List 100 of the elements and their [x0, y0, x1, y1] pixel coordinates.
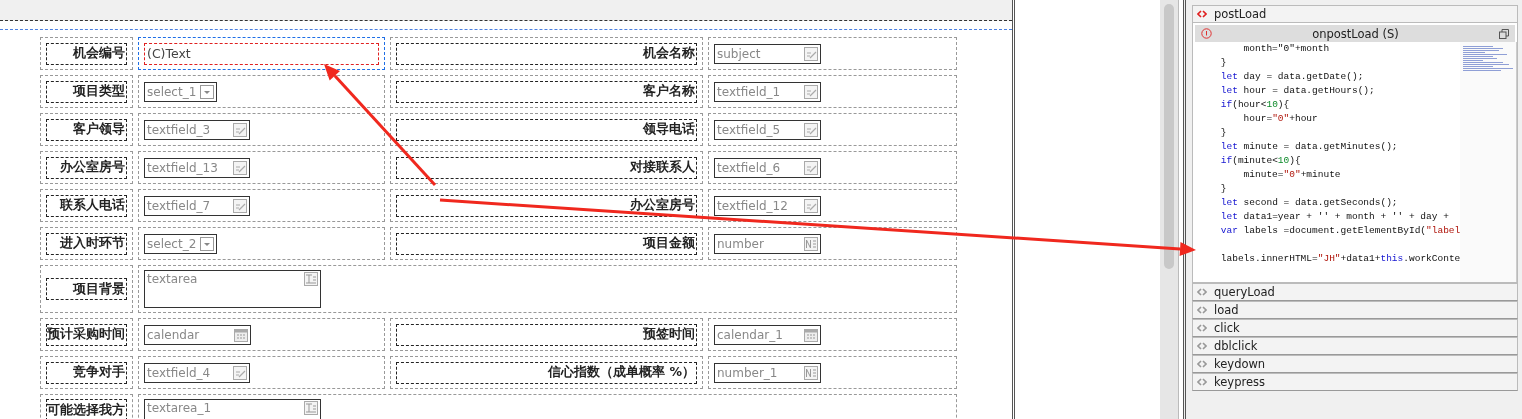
- edit-icon: [804, 46, 818, 61]
- field-label: 客户名称: [396, 80, 697, 103]
- scrollbar[interactable]: [1160, 0, 1179, 419]
- calendar-icon[interactable]: [234, 327, 248, 342]
- textarea-icon: [304, 272, 318, 286]
- code-line: var labels =document.getElementById("label: [1219, 224, 1460, 238]
- code-line: let minute = data.getMinutes();: [1219, 140, 1399, 154]
- field-label: 机会名称: [396, 42, 697, 65]
- scroll-thumb[interactable]: [1164, 4, 1174, 269]
- event-item[interactable]: load: [1192, 301, 1518, 319]
- code-line: }: [1219, 126, 1228, 140]
- event-item[interactable]: postLoad: [1192, 5, 1518, 23]
- form-cell[interactable]: textfield_6: [708, 151, 957, 184]
- field-label: 信心指数（成单概率 %）: [396, 361, 697, 384]
- code-editor[interactable]: [1192, 23, 1518, 283]
- event-item[interactable]: keypress: [1192, 373, 1518, 391]
- form-cell[interactable]: select_2: [138, 227, 385, 260]
- text-field[interactable]: textfield_6: [714, 157, 821, 178]
- text-field[interactable]: textfield_1: [714, 81, 821, 102]
- text-field[interactable]: textfield_7: [144, 195, 250, 216]
- form-cell[interactable]: textfield_7: [138, 189, 385, 222]
- field-label: 项目金额: [396, 232, 697, 255]
- form-cell[interactable]: textfield_12: [708, 189, 957, 222]
- dropdown-icon[interactable]: [200, 236, 214, 251]
- field-label: 项目类型: [46, 80, 127, 103]
- select-field[interactable]: select_1: [144, 81, 217, 102]
- event-item[interactable]: keydown: [1192, 355, 1518, 373]
- form-cell[interactable]: number: [708, 227, 957, 260]
- code-icon: [1197, 378, 1207, 386]
- field-label: 对接联系人: [396, 156, 697, 179]
- textarea-icon: [304, 401, 318, 415]
- text-field[interactable]: subject: [714, 43, 821, 64]
- text-field[interactable]: textfield_12: [714, 195, 821, 216]
- edit-icon: [233, 365, 247, 380]
- event-item[interactable]: click: [1192, 319, 1518, 337]
- field-label: 办公室房号: [396, 194, 697, 217]
- field-label: 办公室房号: [46, 156, 127, 179]
- date-field[interactable]: calendar_1: [714, 324, 821, 345]
- field-label: 进入时环节: [46, 232, 127, 255]
- form-cell[interactable]: textfield_4: [138, 356, 385, 389]
- form-cell[interactable]: textfield_5: [708, 113, 957, 146]
- edit-icon: [804, 122, 818, 137]
- edit-icon: [804, 84, 818, 99]
- select-field[interactable]: select_2: [144, 233, 217, 254]
- textarea-field[interactable]: textarea: [144, 270, 321, 308]
- code-line: hour="0"+hour: [1242, 112, 1319, 126]
- field-label: 预签时间: [396, 323, 697, 346]
- form-cell[interactable]: textfield_3: [138, 113, 385, 146]
- number-field[interactable]: number: [714, 233, 821, 254]
- form-cell[interactable]: textfield_1: [708, 75, 957, 108]
- edit-icon: [233, 160, 247, 175]
- field-label: 机会编号: [46, 42, 127, 65]
- event-item[interactable]: dblclick: [1192, 337, 1518, 355]
- editor-title: onpostLoad (S): [1312, 26, 1399, 41]
- restore-icon[interactable]: [1499, 28, 1509, 39]
- code-icon: [1197, 342, 1207, 350]
- code-line: let day = data.getDate();: [1219, 70, 1365, 84]
- code-line: }: [1219, 182, 1228, 196]
- textarea-field[interactable]: textarea_1: [144, 399, 321, 419]
- code-icon: [1197, 360, 1207, 368]
- code-line: minute="0"+minute: [1242, 168, 1342, 182]
- event-item[interactable]: queryLoad: [1192, 283, 1518, 301]
- number-icon: [804, 365, 818, 380]
- field-label: 联系人电话: [46, 194, 127, 217]
- code-line: if(hour<10){: [1219, 98, 1291, 112]
- code-icon: [1197, 324, 1207, 332]
- field-label: 领导电话: [396, 118, 697, 141]
- field-label: 项目背景: [46, 278, 127, 300]
- code-icon: [1197, 288, 1207, 296]
- code-line: let hour = data.getHours();: [1219, 84, 1376, 98]
- edit-icon: [804, 198, 818, 213]
- form-cell[interactable]: number_1: [708, 356, 957, 389]
- date-field[interactable]: calendar: [144, 324, 251, 345]
- form-cell[interactable]: textfield_13: [138, 151, 385, 184]
- text-field[interactable]: textfield_5: [714, 119, 821, 140]
- form-cell[interactable]: calendar_1: [708, 318, 957, 351]
- form-cell[interactable]: calendar: [138, 318, 385, 351]
- form-cell[interactable]: textarea: [138, 265, 957, 313]
- text-field[interactable]: textfield_13: [144, 157, 250, 178]
- edit-icon: [233, 122, 247, 137]
- info-icon: [1201, 28, 1212, 39]
- text-label[interactable]: (C)Text: [144, 42, 379, 65]
- code-icon: [1197, 10, 1207, 18]
- text-field[interactable]: textfield_4: [144, 362, 250, 383]
- code-line: month="0"+month: [1242, 42, 1331, 56]
- edit-icon: [804, 160, 818, 175]
- field-label: 客户领导: [46, 118, 127, 141]
- text-field[interactable]: textfield_3: [144, 119, 250, 140]
- calendar-icon[interactable]: [804, 327, 818, 342]
- field-label: 可能选择我方: [46, 399, 127, 419]
- form-cell[interactable]: (C)Text: [138, 37, 385, 70]
- code-line: if(minute<10){: [1219, 154, 1302, 168]
- field-label: 竞争对手: [46, 361, 127, 384]
- form-cell[interactable]: textarea_1: [138, 394, 957, 419]
- number-field[interactable]: number_1: [714, 362, 821, 383]
- edit-icon: [233, 198, 247, 213]
- form-cell[interactable]: select_1: [138, 75, 385, 108]
- dropdown-icon[interactable]: [200, 84, 214, 99]
- form-cell[interactable]: subject: [708, 37, 957, 70]
- code-line: let second = data.getSeconds();: [1219, 196, 1399, 210]
